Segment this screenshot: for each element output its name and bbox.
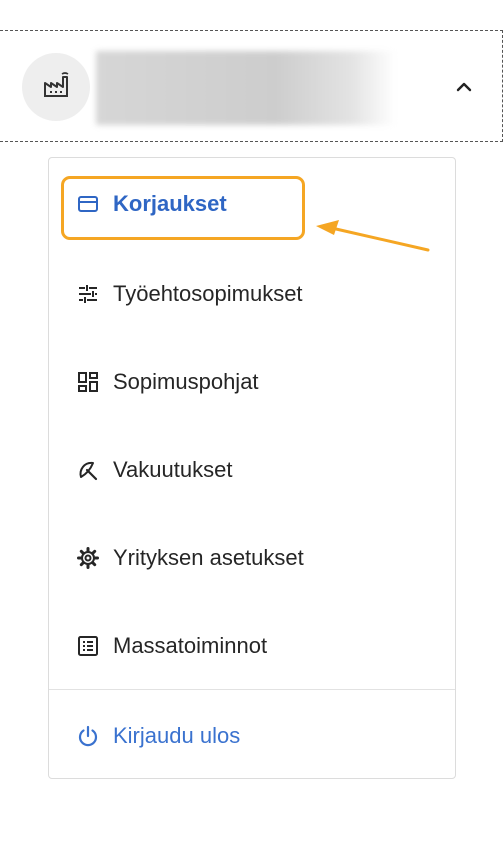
company-avatar xyxy=(22,53,90,121)
menu-item-tyoehtosopimukset[interactable]: Työehtosopimukset xyxy=(77,279,303,309)
account-menu: Korjaukset Työehtosopimukset Sopimuspohj… xyxy=(48,157,456,779)
menu-item-label: Sopimuspohjat xyxy=(113,369,259,394)
logout-button[interactable]: Kirjaudu ulos xyxy=(77,721,240,751)
menu-item-vakuutukset[interactable]: Vakuutukset xyxy=(77,455,232,485)
menu-item-label: Työehtosopimukset xyxy=(113,281,303,306)
power-icon xyxy=(77,725,99,747)
account-name-redacted xyxy=(96,51,396,125)
account-header[interactable] xyxy=(0,30,503,142)
list-icon xyxy=(77,635,99,657)
chevron-up-icon[interactable] xyxy=(452,78,476,96)
logout-label: Kirjaudu ulos xyxy=(113,723,241,748)
menu-item-label: Yrityksen asetukset xyxy=(113,545,304,570)
grid-icon xyxy=(77,371,99,393)
menu-item-massatoiminnot[interactable]: Massatoiminnot xyxy=(77,631,267,661)
menu-divider xyxy=(49,689,455,690)
menu-item-sopimuspohjat[interactable]: Sopimuspohjat xyxy=(77,367,259,397)
highlight-box xyxy=(61,176,305,240)
factory-icon xyxy=(41,70,71,105)
umbrella-icon xyxy=(77,459,99,481)
sliders-icon xyxy=(77,283,99,305)
menu-item-yrityksen-asetukset[interactable]: Yrityksen asetukset xyxy=(77,543,304,573)
menu-item-label: Massatoiminnot xyxy=(113,633,268,658)
gear-icon xyxy=(77,547,99,569)
menu-item-label: Vakuutukset xyxy=(113,457,233,482)
